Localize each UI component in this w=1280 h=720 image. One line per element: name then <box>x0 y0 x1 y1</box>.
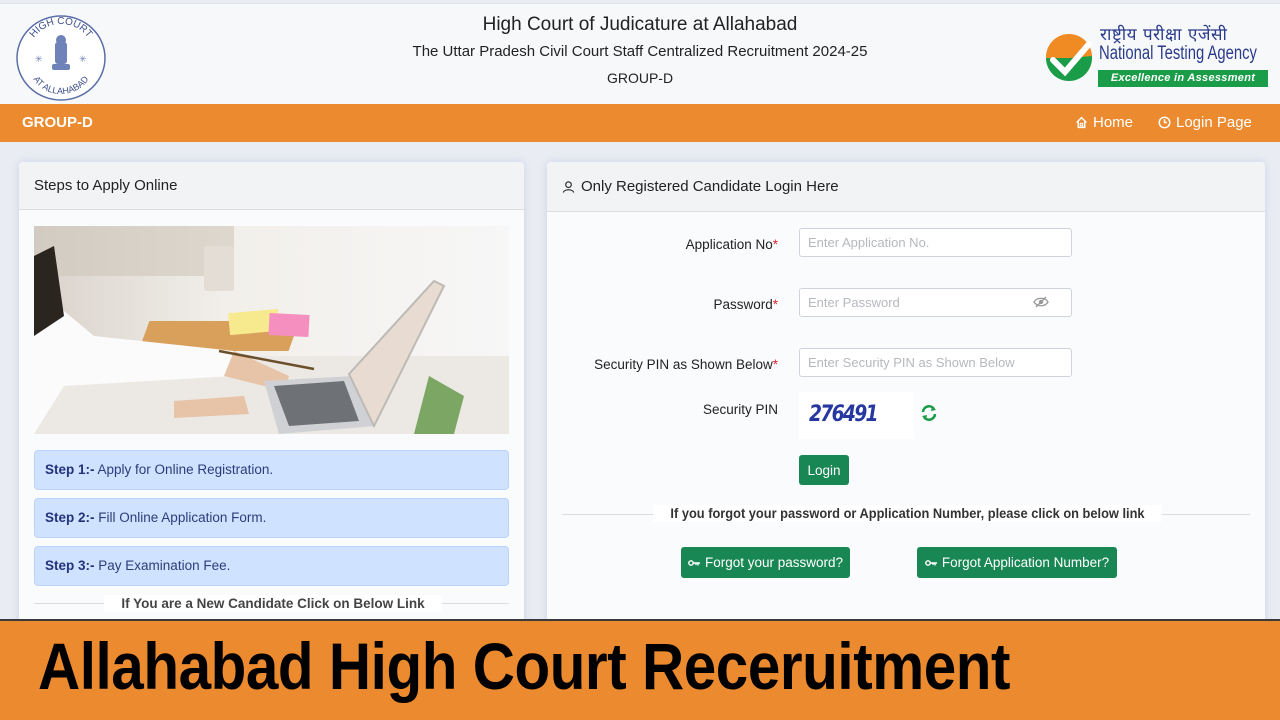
nta-tagline: Excellence in Assessment <box>1098 70 1268 87</box>
step-text: Apply for Online Registration. <box>97 462 274 477</box>
navbar: GROUP-D Home Login Page <box>0 104 1280 142</box>
security-pin-input-label: Security PIN as Shown Below* <box>594 357 778 372</box>
nav-brand[interactable]: GROUP-D <box>22 114 93 131</box>
security-pin-label-text: Security PIN as Shown Below <box>594 357 773 372</box>
site-header: HIGH COURT AT ALLAHABAD ✳ ✳ High Court o… <box>0 3 1280 104</box>
hero-image <box>34 226 509 434</box>
header-titles: High Court of Judicature at Allahabad Th… <box>340 14 940 87</box>
eye-slash-icon[interactable] <box>1033 296 1049 308</box>
password-label: Password* <box>713 297 778 312</box>
nta-hindi-name: राष्ट्रीय परीक्षा एजेंसी <box>1100 25 1228 45</box>
header-group: GROUP-D <box>606 70 674 86</box>
home-icon <box>1076 116 1087 129</box>
step-text: Pay Examination Fee. <box>98 558 231 573</box>
header-subtitle: The Uttar Pradesh Civil Court Staff Cent… <box>412 43 868 60</box>
login-button[interactable]: Login <box>799 455 849 485</box>
forgot-application-label: Forgot Application Number? <box>941 555 1110 570</box>
key-icon <box>924 559 937 566</box>
nav-home-label: Home <box>1093 114 1134 131</box>
login-panel-header: Only Registered Candidate Login Here <box>547 162 1265 212</box>
clock-icon <box>1158 116 1171 129</box>
steps-panel: Steps to Apply Online Step 1:- Apply for… <box>19 162 524 632</box>
title-banner: Allahabad High Court Receruitment <box>0 619 1280 720</box>
high-court-emblem-logo: HIGH COURT AT ALLAHABAD ✳ ✳ <box>16 15 106 101</box>
svg-text:✳: ✳ <box>79 54 87 64</box>
step-label: Step 1:- <box>45 462 95 477</box>
application-no-input[interactable] <box>799 228 1072 257</box>
nav-login-page-link[interactable]: Login Page <box>1158 114 1252 131</box>
laptop-photo-illustration <box>34 226 509 434</box>
application-no-label-text: Application No <box>685 237 773 252</box>
step-item: Step 1:- Apply for Online Registration. <box>34 450 509 490</box>
new-candidate-text: If You are a New Candidate Click on Belo… <box>104 595 442 612</box>
forgot-info-text: If you forgot your password or Applicati… <box>653 505 1162 522</box>
forgot-application-number-button[interactable]: Forgot Application Number? <box>917 547 1117 578</box>
step-label: Step 2:- <box>45 510 95 525</box>
user-icon <box>562 180 575 193</box>
nav-home-link[interactable]: Home <box>1075 114 1133 131</box>
captcha-image: 276491 <box>799 392 914 439</box>
header-title: High Court of Judicature at Allahabad <box>482 14 798 35</box>
step-item: Step 3:- Pay Examination Fee. <box>34 546 509 586</box>
forgot-password-button[interactable]: Forgot your password? <box>681 547 850 578</box>
security-pin-input[interactable] <box>799 348 1072 377</box>
refresh-captcha-icon[interactable] <box>920 404 938 422</box>
banner-text: Allahabad High Court Receruitment <box>38 629 1010 703</box>
login-panel: Only Registered Candidate Login Here App… <box>547 162 1265 632</box>
nta-logo: राष्ट्रीय परीक्षा एजेंसी National Testin… <box>1045 22 1270 92</box>
key-icon <box>688 559 700 566</box>
forgot-password-label: Forgot your password? <box>704 555 844 570</box>
application-no-label: Application No* <box>686 237 778 252</box>
password-label-text: Password <box>713 297 773 312</box>
steps-panel-title: Steps to Apply Online <box>34 177 178 194</box>
step-label: Step 3:- <box>45 558 95 573</box>
required-marker: * <box>772 357 778 372</box>
password-input[interactable] <box>799 288 1072 317</box>
nav-login-label: Login Page <box>1176 114 1252 131</box>
captcha-value: 276491 <box>809 402 879 427</box>
nta-english-name: National Testing Agency <box>1099 43 1257 64</box>
nta-check-icon <box>1045 34 1092 81</box>
required-marker: * <box>772 237 778 252</box>
step-item: Step 2:- Fill Online Application Form. <box>34 498 509 538</box>
security-pin-label: Security PIN <box>702 402 778 417</box>
required-marker: * <box>772 297 778 312</box>
svg-text:✳: ✳ <box>35 54 43 64</box>
steps-panel-header: Steps to Apply Online <box>19 162 524 210</box>
login-panel-title: Only Registered Candidate Login Here <box>581 178 839 195</box>
step-text: Fill Online Application Form. <box>98 510 267 525</box>
